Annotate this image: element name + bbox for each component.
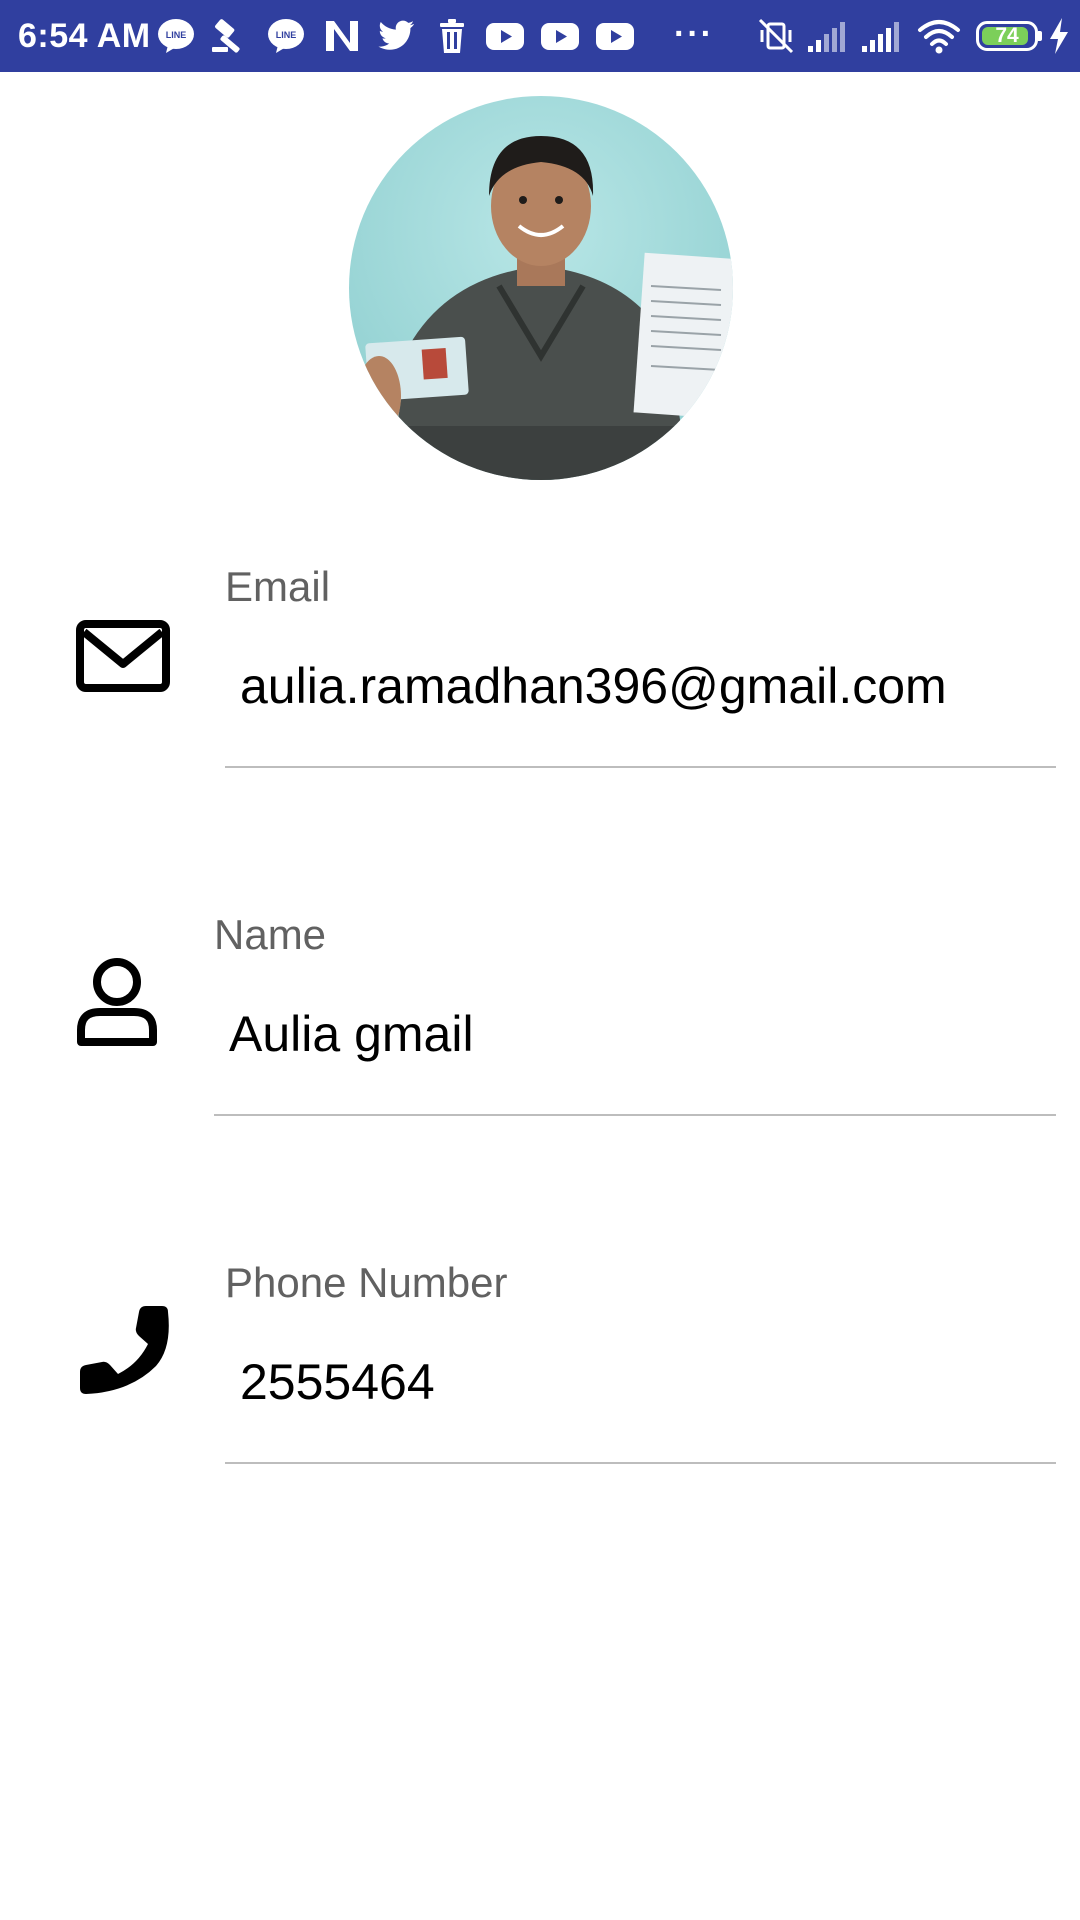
battery-level: 74 <box>995 24 1019 47</box>
phone-icon <box>80 1306 169 1394</box>
n-app-icon <box>326 21 358 51</box>
phone-field[interactable]: 2555464 <box>240 1352 435 1412</box>
signal-icon <box>808 22 845 52</box>
phone-label: Phone Number <box>225 1259 508 1306</box>
charging-icon <box>1050 18 1068 54</box>
svg-text:LINE: LINE <box>276 30 297 40</box>
status-time: 6:54 AM <box>18 17 151 55</box>
battery-icon: 74 <box>976 21 1042 51</box>
youtube-icon <box>486 23 524 50</box>
name-field[interactable]: Aulia gmail <box>229 1004 474 1064</box>
wifi-icon <box>918 20 960 54</box>
email-field[interactable]: aulia.ramadhan396@gmail.com <box>240 656 947 716</box>
profile-photo <box>349 96 733 480</box>
line-icon: LINE <box>158 19 194 53</box>
twitter-icon <box>378 20 414 50</box>
signal-icon <box>862 22 899 52</box>
email-label: Email <box>225 563 331 610</box>
name-underline <box>214 1114 1056 1116</box>
more-dots-icon: ··· <box>674 15 714 53</box>
profile-avatar[interactable] <box>349 96 733 480</box>
youtube-icon <box>596 23 634 50</box>
hammer-icon <box>212 19 240 53</box>
youtube-icon <box>541 23 579 50</box>
status-bar: 6:54 AM LINE LINE ··· 74 <box>0 0 1080 72</box>
vibrate-off-icon <box>758 18 794 54</box>
trash-icon <box>440 19 464 53</box>
line-icon: LINE <box>268 19 304 53</box>
email-underline <box>225 766 1056 768</box>
person-icon <box>77 958 157 1046</box>
svg-text:LINE: LINE <box>166 30 187 40</box>
phone-underline <box>225 1462 1056 1464</box>
name-label: Name <box>214 911 327 958</box>
envelope-icon <box>76 620 170 692</box>
